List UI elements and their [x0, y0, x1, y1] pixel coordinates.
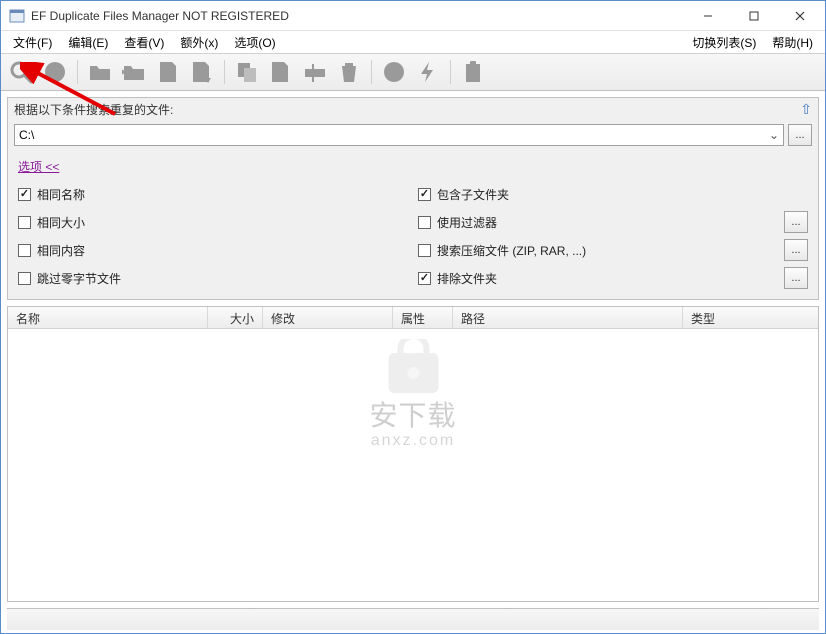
menu-file[interactable]: 文件(F)	[5, 32, 60, 53]
search-icon[interactable]	[7, 58, 35, 86]
results-list: 名称 大小 修改 属性 路径 类型 安下载 anxz.com	[7, 306, 819, 602]
clipboard-icon[interactable]	[459, 58, 487, 86]
check-exclude-folders[interactable]: 排除文件夹 ...	[418, 269, 808, 287]
column-type[interactable]: 类型	[683, 307, 818, 328]
toolbar-separator	[77, 60, 78, 84]
path-row: C:\ ⌄ ...	[8, 120, 818, 150]
document-arrow-icon[interactable]	[188, 58, 216, 86]
archives-config-button[interactable]: ...	[784, 239, 808, 261]
watermark: 安下载 anxz.com	[369, 339, 456, 450]
column-attributes[interactable]: 属性	[393, 307, 453, 328]
document-icon[interactable]	[154, 58, 182, 86]
check-same-name[interactable]: 相同名称	[18, 185, 418, 203]
close-button[interactable]	[777, 1, 823, 31]
panel-header: 根据以下条件搜索重复的文件: ⇧	[8, 98, 818, 120]
options-grid: 相同名称 相同大小 相同内容 跳过零字节文件 包含子文件夹 使用过滤器 ... …	[8, 185, 818, 299]
list-body[interactable]: 安下载 anxz.com	[8, 329, 818, 601]
menu-options[interactable]: 选项(O)	[226, 32, 283, 53]
folder-play-icon[interactable]	[120, 58, 148, 86]
app-icon	[9, 8, 25, 24]
check-include-subfolders[interactable]: 包含子文件夹	[418, 185, 808, 203]
toolbar	[1, 53, 825, 91]
check-same-content[interactable]: 相同内容	[18, 241, 418, 259]
filters-config-button[interactable]: ...	[784, 211, 808, 233]
folder-icon[interactable]	[86, 58, 114, 86]
path-value: C:\	[19, 128, 34, 142]
titlebar: EF Duplicate Files Manager NOT REGISTERE…	[1, 1, 825, 31]
menu-edit[interactable]: 编辑(E)	[60, 32, 116, 53]
exclude-config-button[interactable]: ...	[784, 267, 808, 289]
list-header: 名称 大小 修改 属性 路径 类型	[8, 307, 818, 329]
rename-icon[interactable]	[301, 58, 329, 86]
stop-icon[interactable]	[41, 58, 69, 86]
menu-view[interactable]: 查看(V)	[116, 32, 172, 53]
chevron-down-icon[interactable]: ⌄	[769, 128, 779, 142]
check-skip-zero-byte[interactable]: 跳过零字节文件	[18, 269, 418, 287]
move-icon[interactable]	[267, 58, 295, 86]
check-use-filters[interactable]: 使用过滤器 ...	[418, 213, 808, 231]
trash-icon[interactable]	[335, 58, 363, 86]
column-path[interactable]: 路径	[453, 307, 683, 328]
window-title: EF Duplicate Files Manager NOT REGISTERE…	[31, 9, 685, 23]
maximize-button[interactable]	[731, 1, 777, 31]
column-size[interactable]: 大小	[208, 307, 263, 328]
watermark-sub: anxz.com	[369, 432, 456, 450]
check-same-size[interactable]: 相同大小	[18, 213, 418, 231]
check-search-archives[interactable]: 搜索压缩文件 (ZIP, RAR, ...) ...	[418, 241, 808, 259]
toolbar-separator	[224, 60, 225, 84]
menu-switch-list[interactable]: 切换列表(S)	[684, 32, 764, 53]
toolbar-separator	[371, 60, 372, 84]
column-name[interactable]: 名称	[8, 307, 208, 328]
menubar: 文件(F) 编辑(E) 查看(V) 额外(x) 选项(O) 切换列表(S) 帮助…	[1, 31, 825, 53]
minimize-button[interactable]	[685, 1, 731, 31]
copy-icon[interactable]	[233, 58, 261, 86]
column-modified[interactable]: 修改	[263, 307, 393, 328]
path-combobox[interactable]: C:\ ⌄	[14, 124, 784, 146]
options-toggle-link[interactable]: 选项 <<	[18, 158, 59, 175]
search-panel: 根据以下条件搜索重复的文件: ⇧ C:\ ⌄ ... 选项 << 相同名称 相同…	[7, 97, 819, 300]
refresh-icon[interactable]	[380, 58, 408, 86]
panel-header-label: 根据以下条件搜索重复的文件:	[14, 101, 173, 118]
toolbar-separator	[450, 60, 451, 84]
menu-help[interactable]: 帮助(H)	[764, 32, 821, 53]
bolt-icon[interactable]	[414, 58, 442, 86]
statusbar	[7, 608, 819, 630]
watermark-text: 安下载	[369, 394, 456, 434]
collapse-icon[interactable]: ⇧	[800, 101, 812, 118]
menu-extra[interactable]: 额外(x)	[172, 32, 226, 53]
browse-button[interactable]: ...	[788, 124, 812, 146]
